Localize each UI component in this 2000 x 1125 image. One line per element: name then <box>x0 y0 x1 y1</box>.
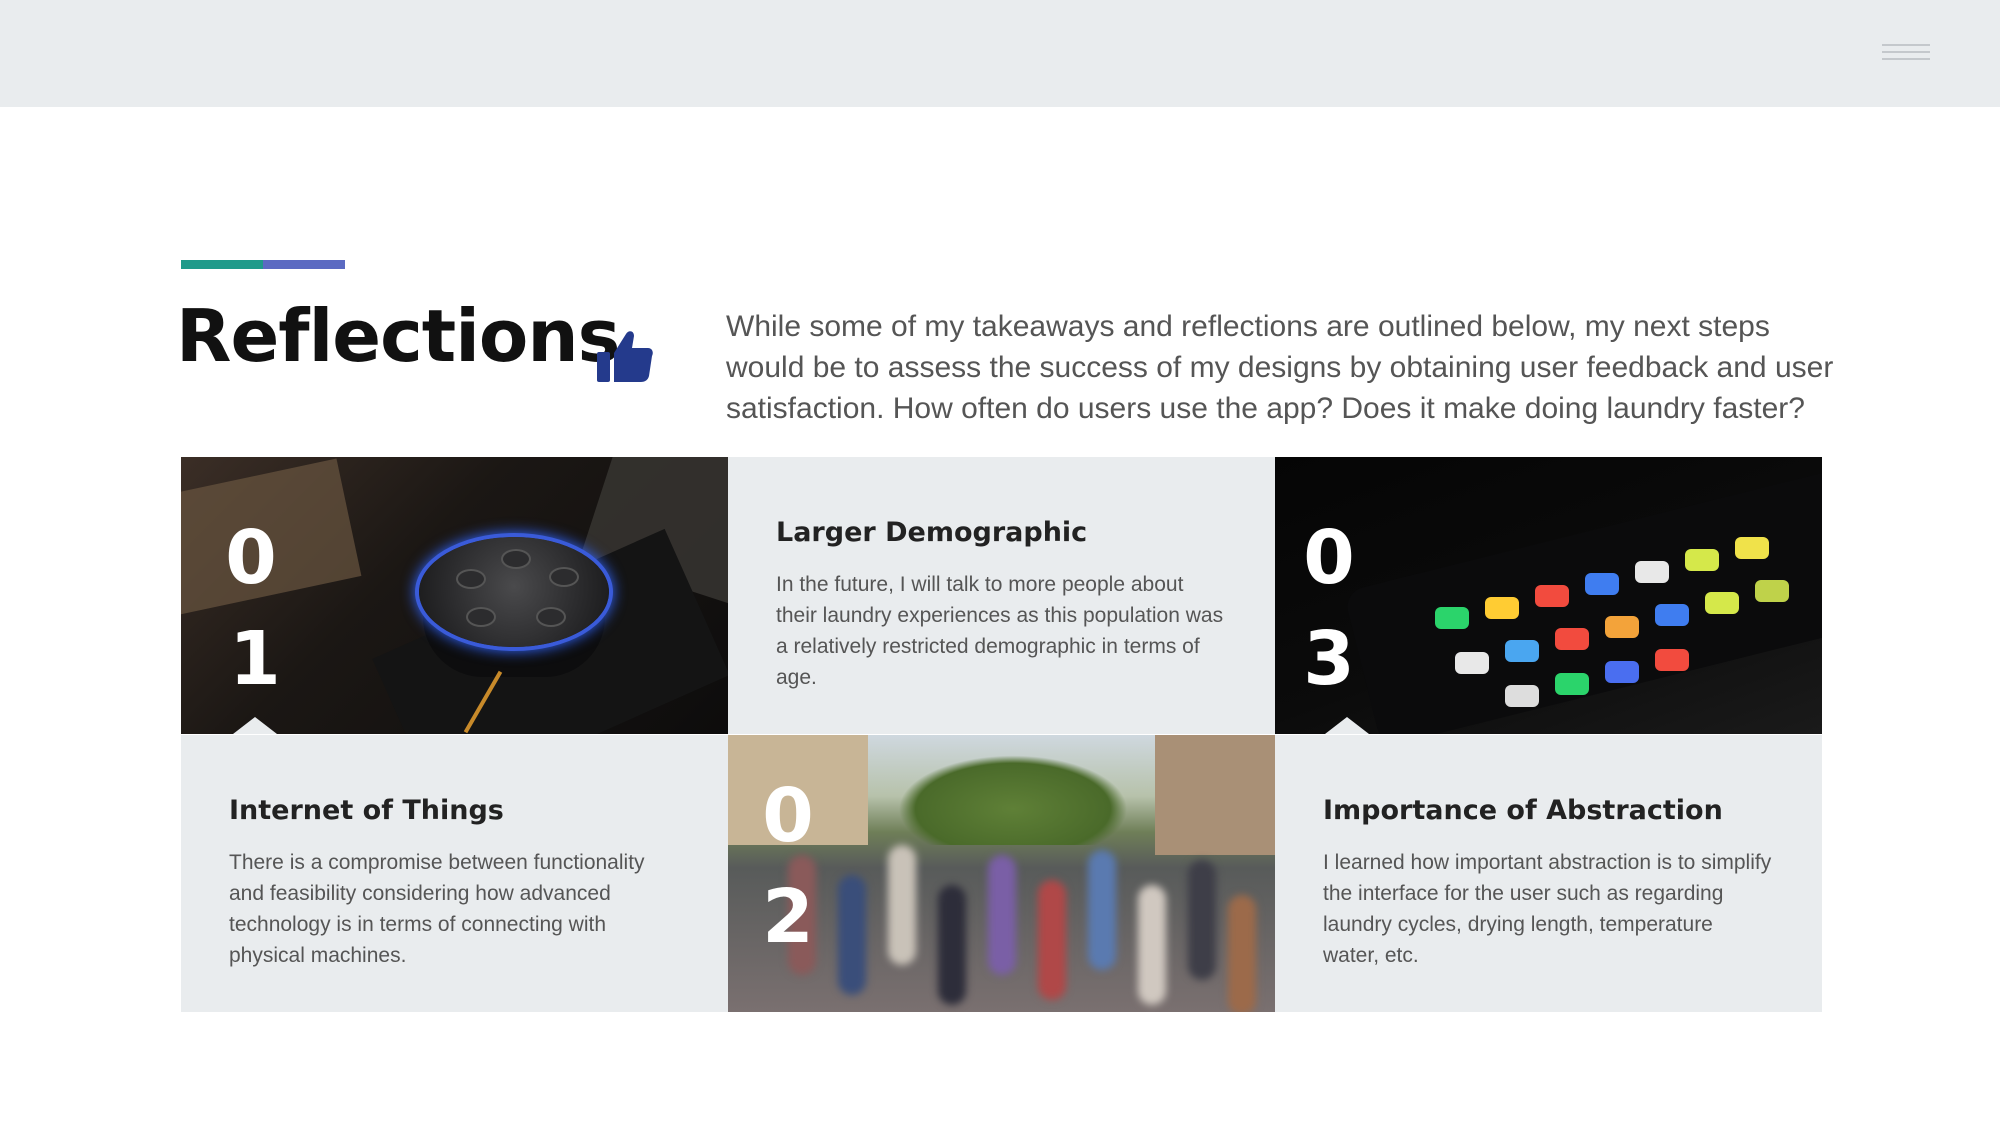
page-title: Reflections <box>176 294 620 378</box>
smart-speaker-image: 0 1 <box>181 457 728 734</box>
card-number-02-tens: 0 <box>762 773 814 859</box>
card-text: There is a compromise between functional… <box>229 851 645 967</box>
card-text: I learned how important abstraction is t… <box>1323 851 1772 967</box>
card-number-03-tens: 0 <box>1303 515 1355 601</box>
smartphone-image: 0 3 <box>1275 457 1822 734</box>
card-number-01-ones: 1 <box>229 616 281 702</box>
card-number-01-tens: 0 <box>225 515 277 601</box>
reflection-card-internet-of-things: Internet of Things There is a compromise… <box>181 735 728 1012</box>
intro-paragraph: While some of my takeaways and reflectio… <box>726 310 1834 425</box>
card-text: In the future, I will talk to more peopl… <box>776 573 1224 689</box>
card-title: Larger Demographic <box>776 517 1088 548</box>
crowd-image: 0 2 <box>728 735 1275 1012</box>
card-pointer <box>1325 717 1369 734</box>
accent-bar-teal <box>181 260 263 269</box>
reflections-grid: 0 1 Larger Demographic In the future, I … <box>181 457 1823 1012</box>
title-accent-bar <box>181 260 345 269</box>
card-number-02-ones: 2 <box>762 874 814 960</box>
thumbs-up-icon <box>597 331 653 382</box>
card-pointer <box>233 717 277 734</box>
reflection-card-larger-demographic: Larger Demographic In the future, I will… <box>728 457 1275 734</box>
card-number-03-ones: 3 <box>1303 616 1355 702</box>
reflection-card-importance-of-abstraction: Importance of Abstraction I learned how … <box>1275 735 1822 1012</box>
card-title: Importance of Abstraction <box>1323 795 1723 826</box>
hamburger-menu-icon[interactable] <box>1882 44 1930 64</box>
top-bar <box>0 0 2000 107</box>
accent-bar-blue <box>263 260 345 269</box>
card-title: Internet of Things <box>229 795 504 826</box>
